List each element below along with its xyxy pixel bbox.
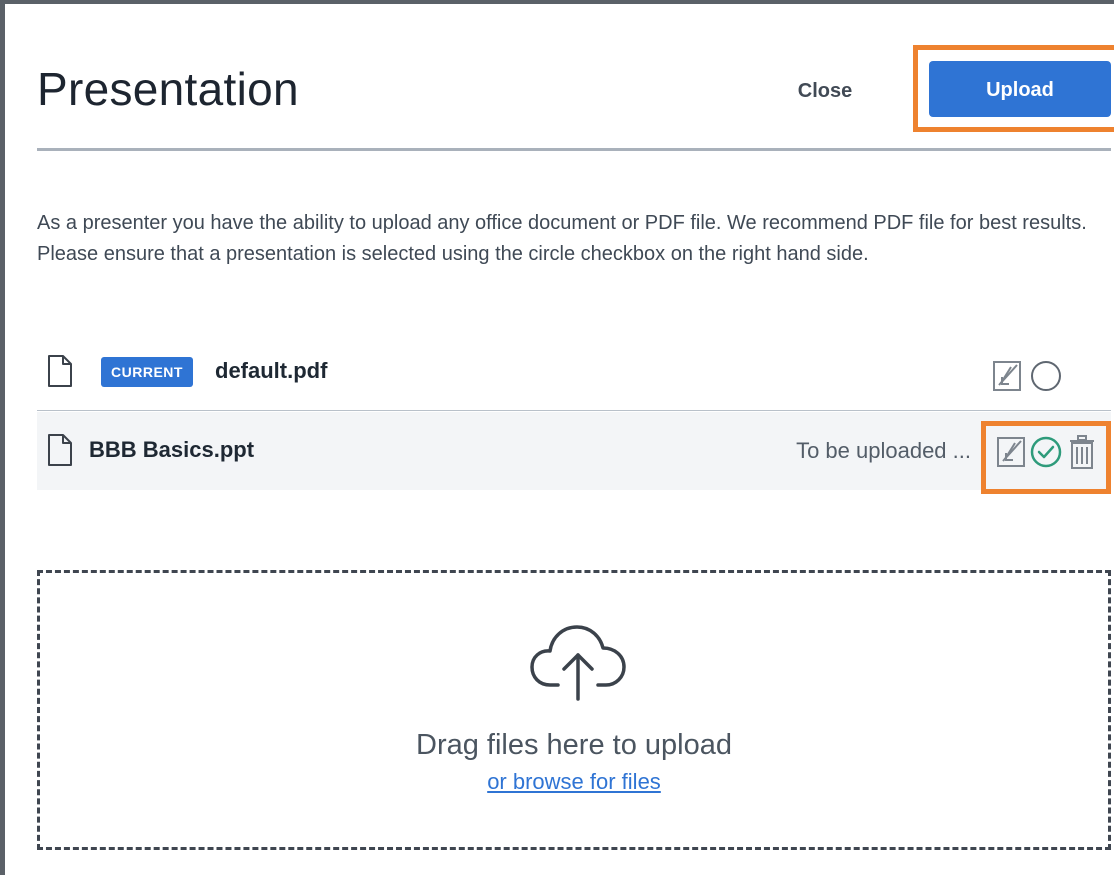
radio-unchecked-icon[interactable] <box>1029 359 1063 393</box>
file-name: BBB Basics.ppt <box>89 437 255 462</box>
document-icon <box>48 355 72 387</box>
header-divider <box>37 148 1111 151</box>
browse-files-link[interactable]: or browse for files <box>40 769 1108 795</box>
upload-status: To be uploaded ... <box>796 438 971 463</box>
upload-button[interactable]: Upload <box>929 61 1111 117</box>
row-actions-highlight <box>981 421 1111 494</box>
file-dropzone[interactable]: Drag files here to upload or browse for … <box>37 570 1111 850</box>
presentation-modal: Presentation Close Upload As a presenter… <box>0 0 1114 875</box>
file-name: default.pdf <box>215 358 328 383</box>
file-row-default: CURRENT default.pdf <box>37 333 1111 411</box>
upload-description: As a presenter you have the ability to u… <box>37 212 1087 265</box>
download-disabled-icon[interactable] <box>991 359 1025 393</box>
file-row-bbb-basics: BBB Basics.ppt To be uploaded ... <box>37 412 1111 490</box>
cloud-upload-icon <box>530 625 626 701</box>
document-icon <box>48 434 72 466</box>
current-badge: CURRENT <box>101 357 193 387</box>
modal-title: Presentation <box>37 63 299 115</box>
close-button[interactable]: Close <box>777 74 873 106</box>
drag-files-text: Drag files here to upload <box>416 729 732 761</box>
